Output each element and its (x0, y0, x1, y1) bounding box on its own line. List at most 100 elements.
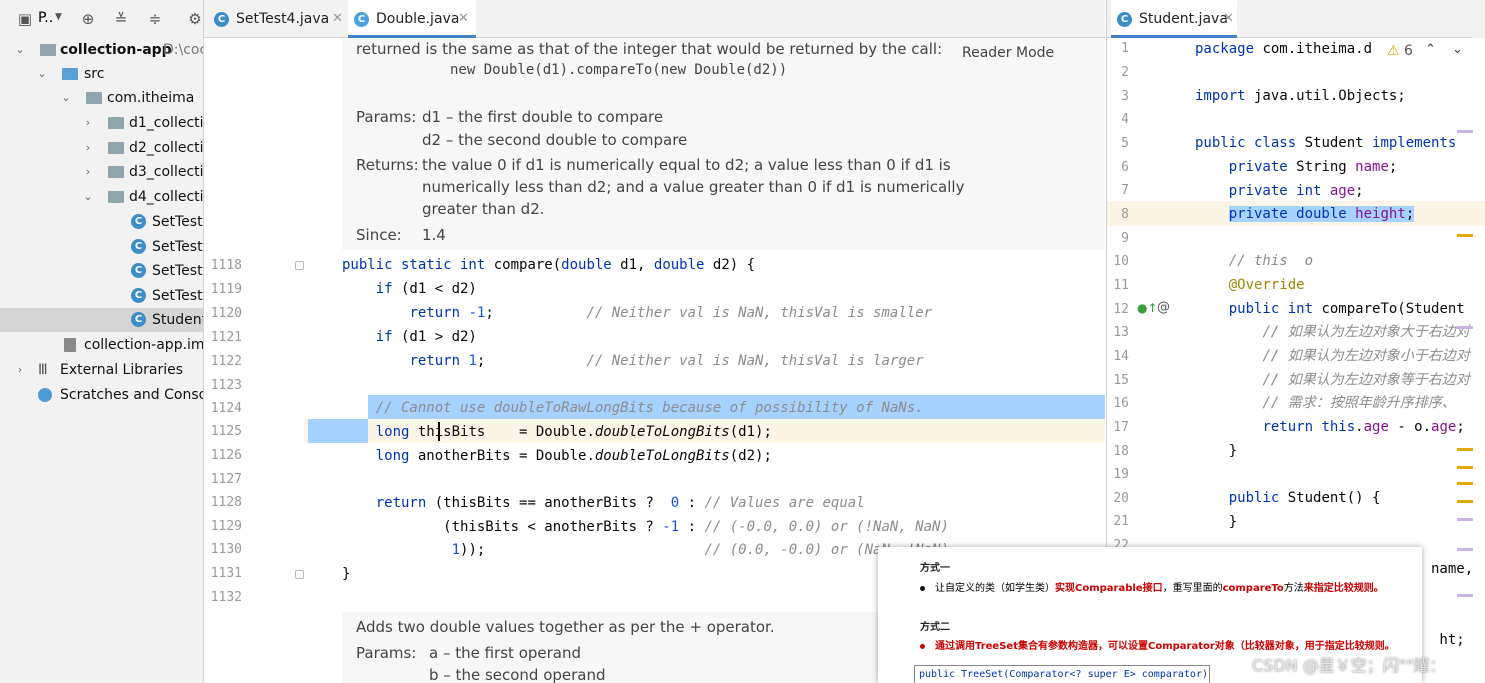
tree-item-d4[interactable]: ⌄ d4_collectic (0, 185, 203, 209)
package-icon (108, 166, 124, 178)
code-line: } (1195, 514, 1238, 530)
error-stripe-mark[interactable] (1457, 130, 1473, 133)
line-number: 3 (1121, 89, 1129, 104)
error-stripe-mark[interactable] (1457, 594, 1473, 597)
gear-icon[interactable]: ⚙ (186, 10, 203, 28)
tree-item-external-libraries[interactable]: › Ⅲ External Libraries (0, 358, 203, 382)
slide-bullet: 通过调用TreeSet集合有参数构造器，可以设置Comparator对象（比较器… (920, 637, 1395, 652)
chevron-right-icon[interactable]: › (82, 160, 94, 184)
chevron-down-icon[interactable]: ⌄ (82, 185, 94, 209)
bullet-emphasis: 通过调用TreeSet集合有参数构造器，可以设置Comparator对象（比较器… (935, 641, 1395, 652)
watermark-text: CSDN @星￥空；闪""耀： (1252, 656, 1446, 675)
error-stripe-mark[interactable] (1457, 234, 1473, 237)
tab-settest4[interactable]: C SetTest4.java ✕ (210, 0, 348, 38)
class-icon: C (131, 263, 146, 278)
tree-item-scratches[interactable]: Scratches and Console (0, 383, 203, 407)
line-number: 10 (1113, 254, 1129, 269)
doc-param: d1 – the first double to compare (422, 108, 664, 126)
tree-item-settest4[interactable]: C SetTest4 (0, 284, 203, 308)
tab-label: SetTest4.java (236, 11, 330, 27)
line-number: 21 (1113, 514, 1129, 529)
chevron-right-icon[interactable]: › (82, 136, 94, 160)
project-toolbar: ▣ P.. ▼ ⊕ ≚ ≑ ⚙ (0, 0, 203, 38)
tree-item-package[interactable]: ⌄ com.itheima (0, 86, 203, 110)
error-stripe-mark[interactable] (1457, 518, 1473, 521)
code-line: package com.itheima.d (1195, 41, 1373, 57)
implements-gutter-icon[interactable]: ●↑ (1137, 301, 1158, 315)
chevron-down-icon[interactable]: ⌄ (36, 62, 48, 86)
tree-label: SetTest3 (152, 263, 203, 279)
chevron-down-icon[interactable]: ⌄ (1452, 42, 1463, 57)
chevron-down-icon[interactable]: ⌄ (14, 38, 26, 62)
tree-item-iml[interactable]: collection-app.iml (0, 333, 204, 357)
tree-label: External Libraries (60, 362, 183, 378)
tree-label: d2_collectic (129, 140, 204, 156)
collapse-all-icon[interactable]: ≑ (146, 10, 164, 28)
class-icon: C (1117, 12, 1132, 27)
chevron-right-icon[interactable]: › (14, 358, 26, 382)
doc-returns: greater than d2. (422, 200, 545, 218)
code-line: } (342, 566, 351, 582)
close-icon[interactable]: ✕ (332, 0, 343, 38)
doc-returns: the value 0 if d1 is numerically equal t… (422, 156, 951, 174)
tree-item-settest1[interactable]: C SetTest1 (0, 210, 203, 234)
tree-label: d3_collectic (129, 164, 204, 180)
chevron-up-icon[interactable]: ⌃ (1425, 42, 1436, 57)
tree-item-collection-app[interactable]: ⌄ collection-app D:\coc (0, 38, 204, 62)
project-view-icon[interactable]: ▣ (16, 10, 34, 28)
fold-marker-icon[interactable] (295, 261, 304, 270)
line-number: 14 (1113, 349, 1129, 364)
error-stripe-mark[interactable] (1457, 500, 1473, 503)
locate-icon[interactable]: ⊕ (79, 10, 97, 28)
reader-mode-button[interactable]: Reader Mode (962, 45, 1054, 61)
code-line: long anotherBits = Double.doubleToLongBi… (375, 448, 772, 464)
code-line: return -1; // Neither val is NaN, thisVa… (409, 305, 933, 321)
line-number: 11 (1113, 278, 1129, 293)
chevron-down-icon[interactable]: ⌄ (60, 86, 72, 110)
line-number: 15 (1113, 373, 1129, 388)
error-stripe-mark[interactable] (1457, 466, 1473, 469)
line-number: 1125 (210, 424, 242, 439)
warning-icon[interactable]: ⚠ (1387, 43, 1400, 59)
error-stripe-mark[interactable] (1457, 548, 1473, 551)
tree-item-settest3[interactable]: C SetTest3 (0, 259, 203, 283)
tree-item-d3[interactable]: › d3_collectic (0, 160, 204, 184)
tree-label: collection-app.iml (84, 337, 204, 353)
line-number: 18 (1113, 444, 1129, 459)
doc-since: 1.4 (422, 226, 446, 244)
error-stripe-mark[interactable] (1457, 326, 1473, 329)
tree-item-settest2[interactable]: C SetTest2 (0, 235, 203, 259)
module-icon (40, 44, 56, 56)
tab-student[interactable]: C Student.java ✕ (1111, 0, 1237, 38)
line-number: 1 (1121, 41, 1129, 56)
tree-item-d1[interactable]: › d1_collectic (0, 111, 203, 135)
code-line: 1)); // (0.0, -0.0) or (NaN, !NaN) (451, 542, 949, 558)
bullet-emphasis: 来指定比较规则。 (1303, 583, 1384, 594)
error-stripe-mark[interactable] (1457, 448, 1473, 451)
tree-item-d2[interactable]: › d2_collectic (0, 136, 204, 160)
tree-item-student[interactable]: C Student (0, 308, 203, 332)
fold-marker-icon[interactable] (295, 570, 304, 579)
chevron-right-icon[interactable]: › (82, 111, 94, 135)
project-view-selector[interactable]: P.. (38, 10, 53, 26)
side-strip (1472, 0, 1485, 38)
error-stripe-mark[interactable] (1457, 482, 1473, 485)
code-line: private String name; (1228, 159, 1398, 175)
code-line: public Student() { (1228, 490, 1381, 506)
close-icon[interactable]: ✕ (1223, 0, 1234, 38)
tab-double[interactable]: C Double.java ✕ (348, 0, 476, 38)
code-line: public class Student implements (1195, 135, 1457, 151)
bullet-icon (920, 643, 925, 649)
dropdown-icon[interactable]: ▼ (55, 12, 62, 22)
code-line: public static int compare(double d1, dou… (342, 257, 756, 273)
tree-path: D:\coc (163, 42, 204, 58)
tree-item-src[interactable]: ⌄ src (0, 62, 203, 86)
code-line: // 如果认为左边对象等于右边对 (1262, 372, 1470, 388)
code-line: return (thisBits == anotherBits ? 0 : //… (375, 495, 865, 511)
expand-all-icon[interactable]: ≚ (112, 10, 130, 28)
code-line: return 1; // Neither val is NaN, thisVal… (409, 353, 924, 369)
scratches-icon (38, 388, 52, 402)
line-number: 12 (1113, 302, 1129, 317)
close-icon[interactable]: ✕ (458, 0, 469, 38)
tree-label: src (84, 66, 105, 82)
